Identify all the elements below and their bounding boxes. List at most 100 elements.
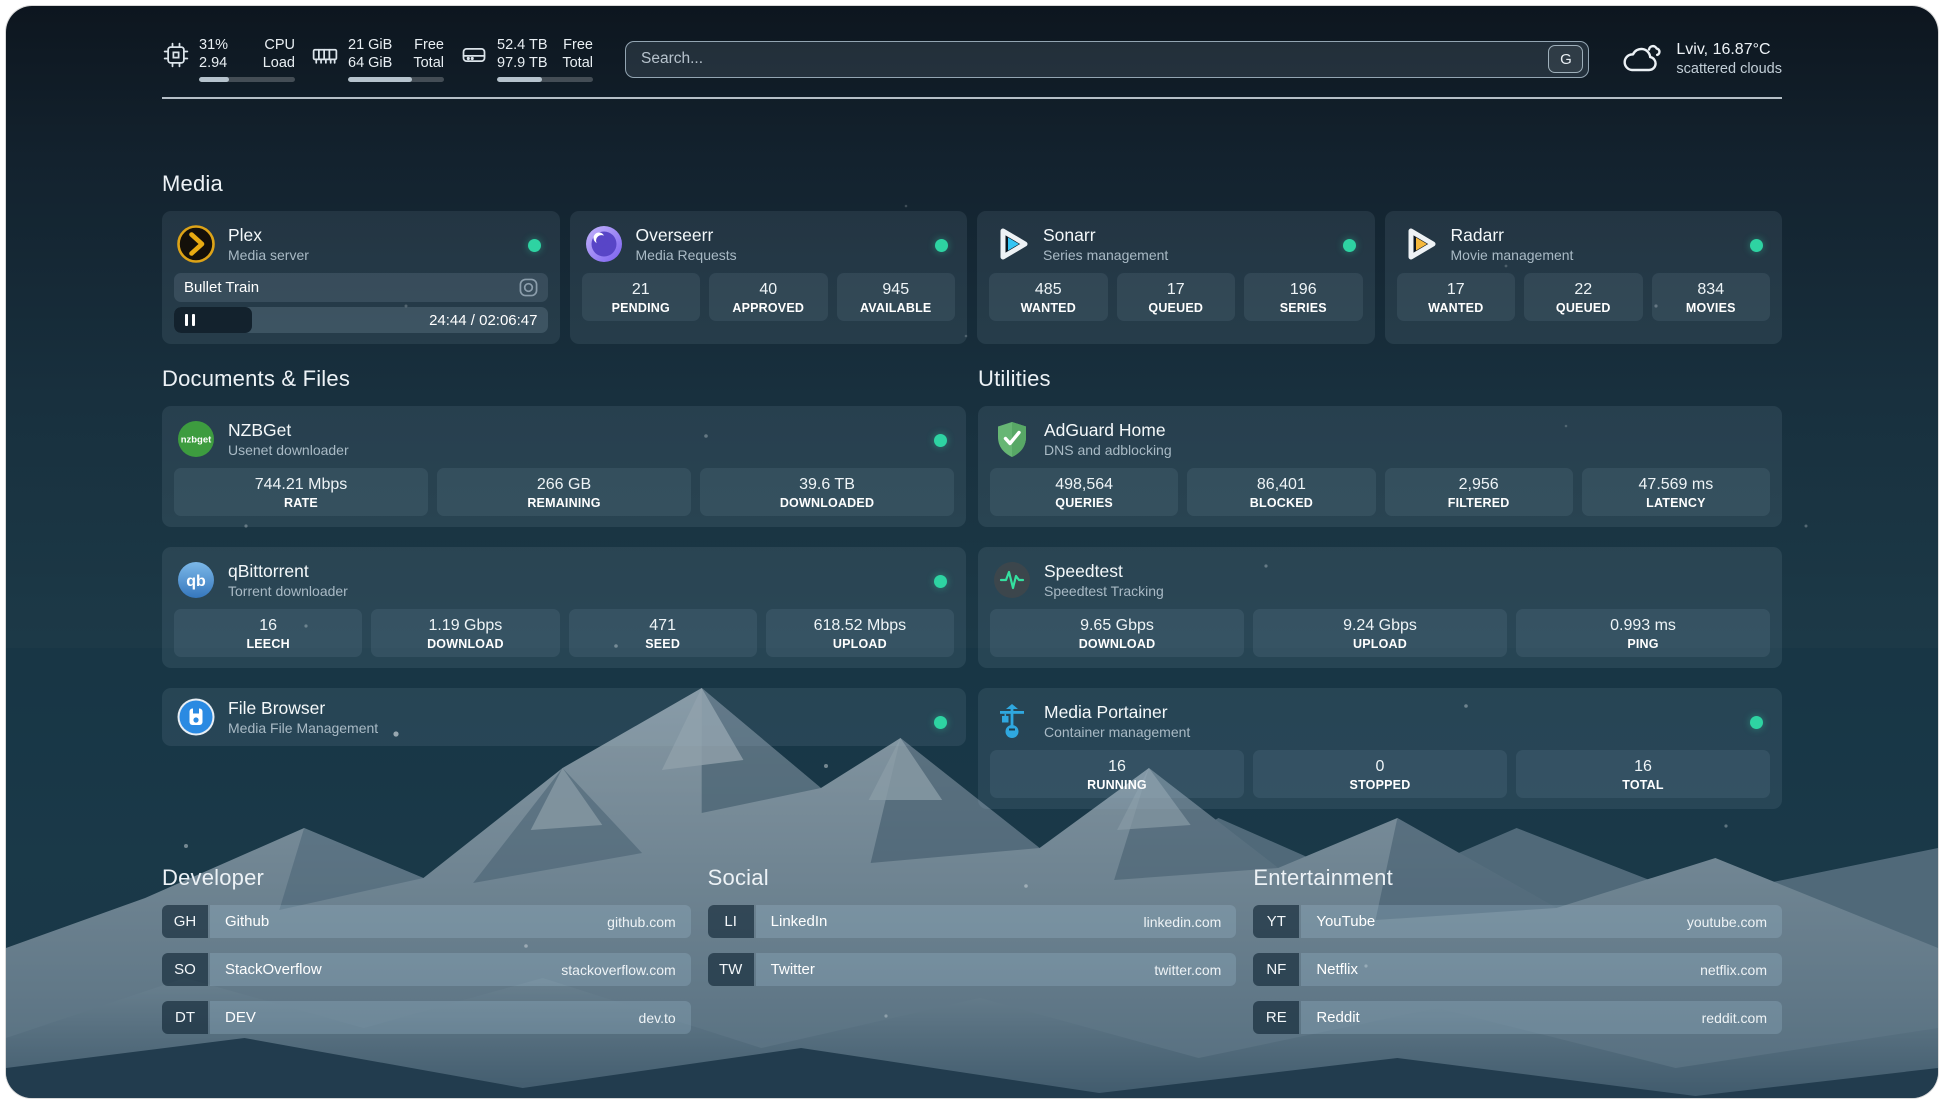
disk-free-label: Free [563, 36, 593, 54]
section-media: Media Plex Media server [162, 171, 1782, 344]
bookmark-abbr: SO [162, 953, 208, 986]
bookmark-group-entertainment: Entertainment YT YouTube youtube.com NF … [1253, 865, 1782, 1034]
cloud-icon [1621, 41, 1663, 77]
qbittorrent-icon: qb [176, 560, 216, 600]
bookmark-label: Github [225, 913, 269, 930]
card-subtitle: Usenet downloader [228, 442, 349, 459]
card-filebrowser[interactable]: File Browser Media File Management [162, 688, 966, 746]
bookmark-twitter[interactable]: TW Twitter twitter.com [708, 953, 1237, 986]
bookmark-group-developer: Developer GH Github github.com SO StackO… [162, 865, 691, 1034]
bookmark-url: stackoverflow.com [561, 962, 675, 978]
search-bar[interactable]: G [625, 41, 1589, 78]
bookmark-linkedin[interactable]: LI LinkedIn linkedin.com [708, 905, 1237, 938]
bookmark-stackoverflow[interactable]: SO StackOverflow stackoverflow.com [162, 953, 691, 986]
stat-approved: 40 APPROVED [709, 273, 828, 321]
stat-pending: 21 PENDING [582, 273, 701, 321]
portainer-icon [992, 701, 1032, 741]
bookmark-reddit[interactable]: RE Reddit reddit.com [1253, 1001, 1782, 1034]
bookmark-netflix[interactable]: NF Netflix netflix.com [1253, 953, 1782, 986]
media-type-icon [519, 278, 538, 297]
bookmark-dev[interactable]: DT DEV dev.to [162, 1001, 691, 1034]
card-qbittorrent[interactable]: qb qBittorrent Torrent downloader 16 [162, 547, 966, 668]
weather-location-temp: Lviv, 16.87°C [1676, 40, 1782, 60]
bookmark-abbr: NF [1253, 953, 1299, 986]
header-divider [162, 97, 1782, 99]
now-playing-row: Bullet Train [174, 273, 548, 302]
bookmark-label: Reddit [1316, 1009, 1359, 1026]
bookmark-abbr: DT [162, 1001, 208, 1034]
stat-movies: 834 MOVIES [1652, 273, 1771, 321]
section-title-social: Social [708, 865, 1237, 891]
stat-seed: 471 SEED [569, 609, 757, 657]
stat-download: 1.19 Gbps DOWNLOAD [371, 609, 559, 657]
bookmark-abbr: GH [162, 905, 208, 938]
radarr-icon [1399, 224, 1439, 264]
bookmark-url: youtube.com [1687, 914, 1767, 930]
bookmark-abbr: TW [708, 953, 754, 986]
bookmark-label: LinkedIn [771, 913, 828, 930]
card-portainer[interactable]: Media Portainer Container management 16 … [978, 688, 1782, 809]
disk-widget: 52.4 TB Free 97.9 TB Total [460, 36, 593, 82]
card-title: Overseerr [636, 225, 737, 246]
cpu-widget: 31% CPU 2.94 Load [162, 36, 295, 82]
bookmark-youtube[interactable]: YT YouTube youtube.com [1253, 905, 1782, 938]
stat-ping: 0.993 ms PING [1516, 609, 1770, 657]
bookmark-group-social: Social LI LinkedIn linkedin.com TW Twitt… [708, 865, 1237, 1034]
stat-queued: 17 QUEUED [1117, 273, 1236, 321]
playback-progress-bar: 24:44 / 02:06:47 [174, 307, 548, 333]
card-title: Plex [228, 225, 309, 246]
cpu-icon [162, 41, 190, 69]
status-dot [934, 434, 947, 447]
cpu-usage-value: 31% [199, 36, 228, 54]
section-title-utilities: Utilities [978, 366, 1782, 392]
card-overseerr[interactable]: Overseerr Media Requests 21 PENDING 40 A… [570, 211, 968, 344]
cpu-usage-label: CPU [264, 36, 295, 54]
card-adguard[interactable]: AdGuard Home DNS and adblocking 498,564 … [978, 406, 1782, 527]
cpu-progress-bar [199, 77, 295, 82]
memory-total-value: 64 GiB [348, 54, 392, 72]
bookmark-url: linkedin.com [1144, 914, 1222, 930]
stat-stopped: 0 STOPPED [1253, 750, 1507, 798]
pause-icon [185, 314, 195, 326]
weather-widget: Lviv, 16.87°C scattered clouds [1621, 40, 1782, 78]
disk-icon [460, 41, 488, 69]
bookmark-url: twitter.com [1154, 962, 1221, 978]
filebrowser-icon [176, 697, 216, 737]
bookmark-github[interactable]: GH Github github.com [162, 905, 691, 938]
card-title: qBittorrent [228, 561, 348, 582]
section-title-entertainment: Entertainment [1253, 865, 1782, 891]
status-dot [528, 239, 541, 252]
bookmark-abbr: YT [1253, 905, 1299, 938]
stat-queued: 22 QUEUED [1524, 273, 1643, 321]
stat-latency: 47.569 ms LATENCY [1582, 468, 1770, 516]
svg-text:nzbget: nzbget [181, 435, 212, 446]
bookmark-abbr: LI [708, 905, 754, 938]
disk-total-value: 97.9 TB [497, 54, 548, 72]
bookmark-url: dev.to [639, 1010, 676, 1026]
memory-progress-bar [348, 77, 444, 82]
section-documents: Documents & Files nzbget [162, 366, 966, 746]
memory-free-value: 21 GiB [348, 36, 392, 54]
status-dot [1343, 239, 1356, 252]
card-sonarr[interactable]: Sonarr Series management 485 WANTED 17 Q… [977, 211, 1375, 344]
stat-upload: 9.24 Gbps UPLOAD [1253, 609, 1507, 657]
search-input[interactable] [639, 49, 1548, 69]
card-plex[interactable]: Plex Media server Bullet Train [162, 211, 560, 344]
bookmark-label: DEV [225, 1009, 256, 1026]
top-bar: 31% CPU 2.94 Load [162, 6, 1782, 82]
search-provider-button[interactable]: G [1548, 45, 1583, 73]
card-nzbget[interactable]: nzbget NZBGet Usenet downloader 744. [162, 406, 966, 527]
card-radarr[interactable]: Radarr Movie management 17 WANTED 22 QUE… [1385, 211, 1783, 344]
stat-available: 945 AVAILABLE [837, 273, 956, 321]
card-title: NZBGet [228, 420, 349, 441]
card-subtitle: Media server [228, 247, 309, 264]
dashboard-window: 31% CPU 2.94 Load [6, 6, 1938, 1098]
card-subtitle: DNS and adblocking [1044, 442, 1172, 459]
playback-time: 24:44 / 02:06:47 [429, 312, 537, 329]
status-dot [935, 239, 948, 252]
stat-rate: 744.21 Mbps RATE [174, 468, 428, 516]
stat-downloaded: 39.6 TB DOWNLOADED [700, 468, 954, 516]
card-speedtest[interactable]: Speedtest Speedtest Tracking 9.65 Gbps D… [978, 547, 1782, 668]
plex-icon [176, 224, 216, 264]
card-subtitle: Container management [1044, 724, 1190, 741]
